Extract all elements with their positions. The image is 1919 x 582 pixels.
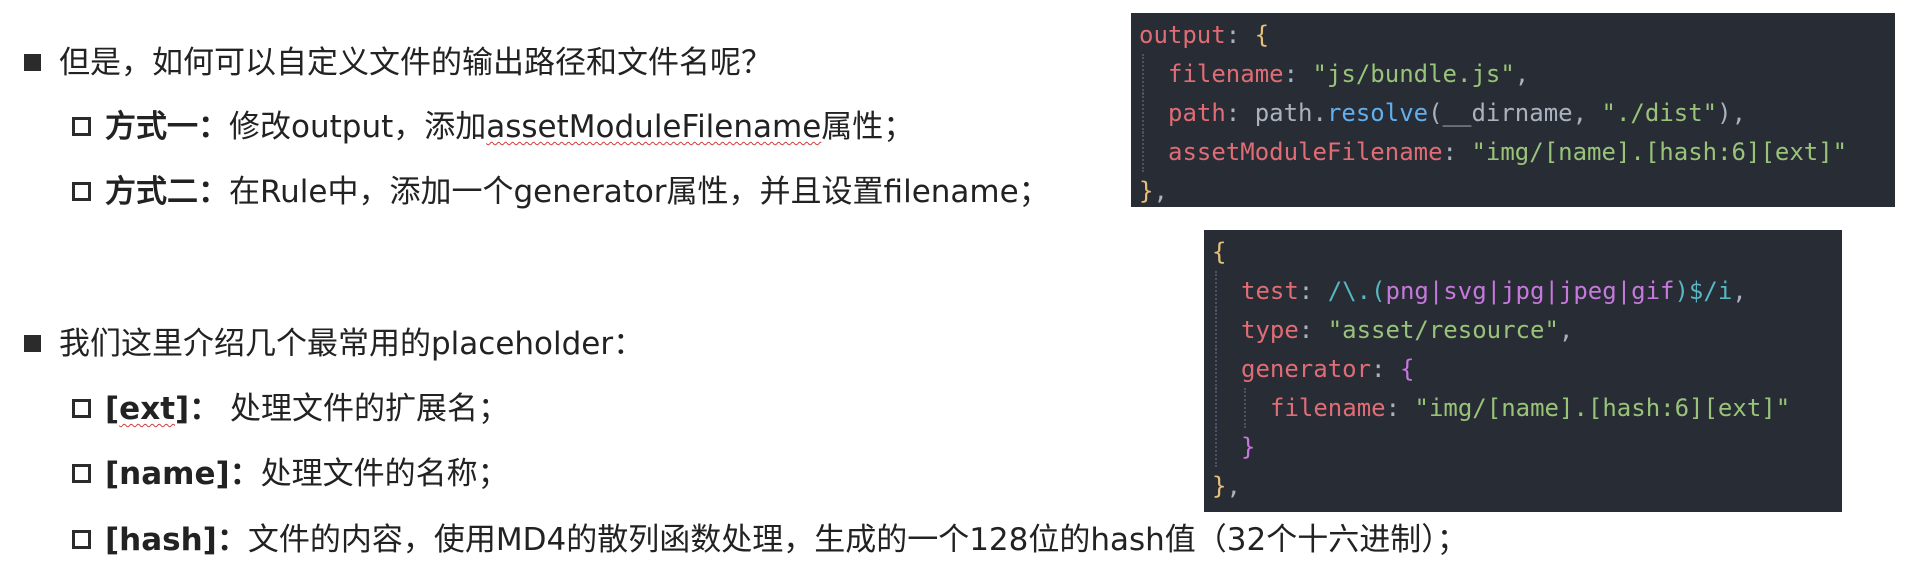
code-regex: )$/i xyxy=(1674,277,1733,305)
method-two-label: 方式二： xyxy=(105,174,229,210)
code-punct: , xyxy=(1226,472,1241,500)
code-line: }, xyxy=(1212,466,1241,506)
code-brace: { xyxy=(1212,238,1227,266)
code-function: resolve xyxy=(1326,99,1429,127)
sub-bullet-method-two: 方式二：在Rule中，添加一个generator属性，并且设置filename； xyxy=(72,172,1050,212)
hash-description: 文件的内容，使用MD4的散列函数处理，生成的一个128位的hash值（32个十六… xyxy=(247,522,1468,558)
indent-guide xyxy=(1139,54,1168,94)
hollow-square-icon xyxy=(72,117,91,136)
code-brace: } xyxy=(1139,177,1154,205)
code-brace: } xyxy=(1241,433,1256,461)
code-string: "asset/resource" xyxy=(1327,316,1559,344)
code-punct: : xyxy=(1371,355,1400,383)
code-key: filename xyxy=(1270,394,1386,422)
indent-guide xyxy=(1139,132,1168,172)
hollow-square-icon xyxy=(72,182,91,201)
code-punct: , xyxy=(1558,316,1574,344)
code-key: output xyxy=(1139,21,1226,49)
hollow-square-icon xyxy=(72,464,91,483)
code-brace: { xyxy=(1254,21,1270,49)
code-line: test: /\.(png|svg|jpg|jpeg|gif)$/i, xyxy=(1212,271,1747,311)
code-punct: ) xyxy=(1717,99,1732,127)
code-line: path: path.resolve(__dirname, "./dist"), xyxy=(1139,93,1746,133)
code-punct: : xyxy=(1298,316,1328,344)
code-brace: } xyxy=(1212,472,1227,500)
code-line: filename: "img/[name].[hash:6][ext]" xyxy=(1212,388,1790,428)
hollow-square-icon xyxy=(72,399,91,418)
bullet-text: 我们这里介绍几个最常用的placeholder： xyxy=(59,326,645,362)
code-punct: , xyxy=(1514,60,1530,88)
hash-placeholder-label: [hash]： xyxy=(105,522,248,558)
code-line: }, xyxy=(1139,171,1168,211)
hollow-square-icon xyxy=(72,530,91,549)
method-one-label: 方式一： xyxy=(105,109,229,145)
indent-guide xyxy=(1212,271,1241,311)
code-punct: , xyxy=(1732,277,1747,305)
code-key: assetModuleFilename xyxy=(1168,138,1443,166)
code-punct: . xyxy=(1312,99,1327,127)
name-description: 处理文件的名称； xyxy=(260,456,509,492)
code-key: generator xyxy=(1241,355,1372,383)
code-line: assetModuleFilename: "img/[name].[hash:6… xyxy=(1139,132,1847,172)
indent-guide xyxy=(1139,93,1168,133)
code-line: { xyxy=(1212,232,1226,272)
code-string: "./dist" xyxy=(1601,99,1718,127)
indent-guide xyxy=(1212,427,1241,467)
bullet-custom-output: 但是，如何可以自定义文件的输出路径和文件名呢？ xyxy=(24,43,772,83)
method-two-text: 在Rule中，添加一个generator属性，并且设置filename； xyxy=(229,174,1050,210)
code-key: type xyxy=(1241,316,1299,344)
name-placeholder-label: [name]： xyxy=(105,456,261,492)
code-line: generator: { xyxy=(1212,349,1414,389)
bullet-text: 但是，如何可以自定义文件的输出路径和文件名呢？ xyxy=(59,45,772,81)
code-punct: : xyxy=(1225,21,1255,49)
code-key: test xyxy=(1241,277,1299,305)
ext-bracket-open: [ xyxy=(105,391,120,427)
code-string: "img/[name].[hash:6][ext]" xyxy=(1471,138,1848,166)
sub-bullet-name: [name]：处理文件的名称； xyxy=(72,454,509,494)
code-punct: : xyxy=(1283,60,1313,88)
ext-bracket-close: ]： xyxy=(175,391,221,427)
indent-guide xyxy=(1212,388,1241,428)
code-identifier: path xyxy=(1254,99,1313,127)
code-string: "img/[name].[hash:6][ext]" xyxy=(1414,394,1791,422)
code-punct: ( xyxy=(1428,99,1443,127)
code-punct: : xyxy=(1225,99,1255,127)
sub-bullet-method-one: 方式一：修改output，添加assetModuleFilename属性； xyxy=(72,107,914,147)
code-line: } xyxy=(1212,427,1255,467)
code-line: filename: "js/bundle.js", xyxy=(1139,54,1529,94)
code-punct: : xyxy=(1298,277,1328,305)
code-key: path xyxy=(1168,99,1226,127)
method-one-text: 修改output，添加 xyxy=(229,109,487,145)
code-regex: /\.( xyxy=(1327,277,1386,305)
asset-module-filename-term: assetModuleFilename xyxy=(486,109,822,145)
code-identifier: __dirname xyxy=(1442,99,1573,127)
method-one-suffix: 属性； xyxy=(821,109,915,145)
indent-guide xyxy=(1212,349,1241,389)
code-block-output-config: output: { filename: "js/bundle.js", path… xyxy=(1131,13,1895,207)
code-punct: , xyxy=(1153,177,1168,205)
sub-bullet-hash: [hash]：文件的内容，使用MD4的散列函数处理，生成的一个128位的hash… xyxy=(72,520,1468,560)
ext-description: 处理文件的扩展名； xyxy=(220,391,510,427)
code-punct: , xyxy=(1731,99,1747,127)
sub-bullet-ext: [ext]： 处理文件的扩展名； xyxy=(72,389,509,429)
code-line: output: { xyxy=(1139,15,1269,55)
bullet-square-icon xyxy=(24,54,41,71)
indent-guide xyxy=(1241,388,1270,428)
code-punct: : xyxy=(1385,394,1415,422)
code-line: type: "asset/resource", xyxy=(1212,310,1573,350)
bullet-square-icon xyxy=(24,335,41,352)
ext-placeholder-word: ext xyxy=(119,391,176,427)
indent-guide xyxy=(1212,310,1241,350)
code-punct: : xyxy=(1442,138,1472,166)
code-string: "js/bundle.js" xyxy=(1312,60,1515,88)
code-key: filename xyxy=(1168,60,1284,88)
bullet-placeholders: 我们这里介绍几个最常用的placeholder： xyxy=(24,324,644,364)
code-regex-group: png|svg|jpg|jpeg|gif xyxy=(1385,277,1675,305)
code-block-generator-rule: { test: /\.(png|svg|jpg|jpeg|gif)$/i, ty… xyxy=(1204,230,1842,512)
code-punct: , xyxy=(1572,99,1602,127)
code-brace: { xyxy=(1399,355,1415,383)
